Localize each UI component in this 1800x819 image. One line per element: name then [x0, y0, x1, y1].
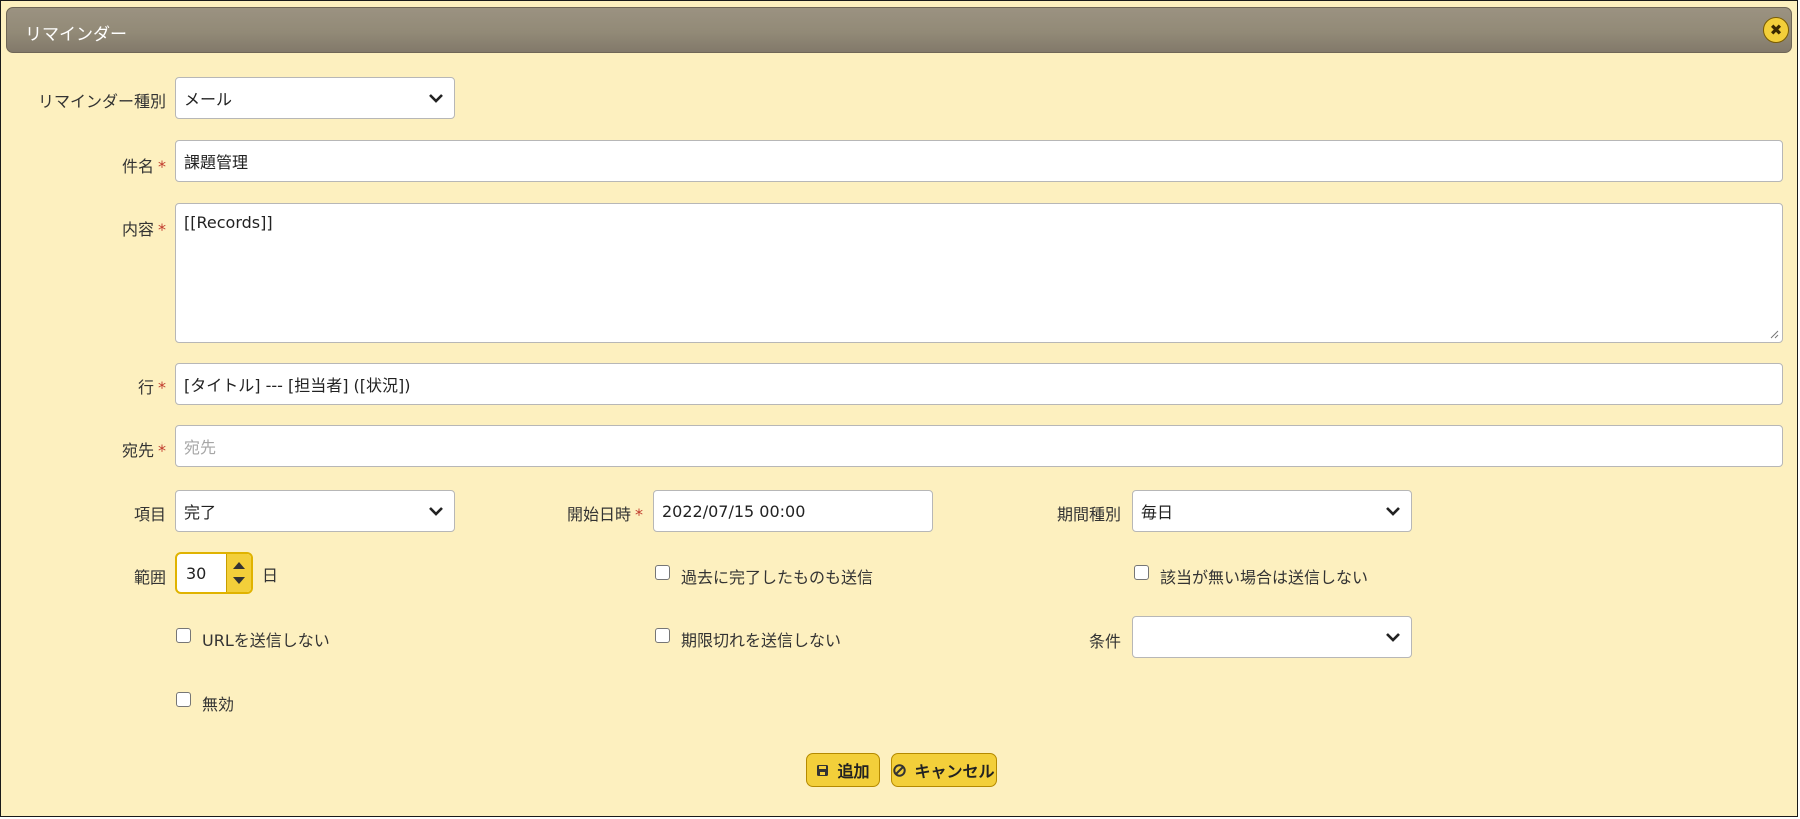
no-send-if-none-label[interactable]: 該当が無い場合は送信しない — [1160, 564, 1368, 588]
add-button-label: 追加 — [837, 762, 870, 781]
period-type-label: 期間種別 — [951, 501, 1121, 525]
start-datetime-input[interactable]: 2022/07/15 00:00 — [653, 490, 933, 532]
item-label: 項目 — [21, 501, 166, 525]
start-datetime-value: 2022/07/15 00:00 — [662, 501, 806, 521]
no-send-expired-label[interactable]: 期限切れを送信しない — [681, 627, 841, 651]
resize-grip-icon[interactable] — [1769, 329, 1779, 339]
item-value: 完了 — [184, 503, 217, 522]
subject-label-text: 件名 — [121, 157, 154, 176]
item-label-text: 項目 — [133, 505, 166, 524]
disabled-label[interactable]: 無効 — [202, 691, 234, 715]
line-label-text: 行 — [137, 378, 154, 397]
chevron-down-icon — [429, 94, 443, 103]
condition-label-text: 条件 — [1088, 632, 1121, 651]
required-mark: * — [635, 505, 643, 524]
to-placeholder: 宛先 — [184, 438, 217, 457]
required-mark: * — [158, 157, 166, 176]
condition-select[interactable] — [1132, 616, 1412, 658]
range-unit: 日 — [262, 566, 279, 585]
no-send-url-label[interactable]: URLを送信しない — [202, 627, 330, 651]
condition-label: 条件 — [951, 628, 1121, 652]
content-textarea[interactable]: [[Records]] — [175, 203, 1783, 343]
chevron-down-icon — [1386, 507, 1400, 516]
to-label-text: 宛先 — [121, 441, 154, 460]
no-send-if-none-checkbox[interactable] — [1134, 565, 1149, 580]
close-icon[interactable]: ✖ — [1763, 17, 1789, 43]
reminder-type-label: リマインダー種別 — [21, 88, 166, 112]
no-send-url-checkbox[interactable] — [176, 628, 191, 643]
content-value: [[Records]] — [184, 213, 273, 232]
required-mark: * — [158, 378, 166, 397]
no-send-expired-checkbox[interactable] — [655, 628, 670, 643]
line-value: [タイトル] --- [担当者] ([状況]) — [184, 376, 411, 395]
save-icon — [816, 764, 829, 777]
to-label: 宛先 * — [21, 437, 166, 461]
spin-down-icon[interactable] — [233, 577, 245, 584]
period-type-label-text: 期間種別 — [1056, 505, 1121, 524]
chevron-down-icon — [1386, 633, 1400, 642]
spin-up-icon[interactable] — [233, 562, 245, 569]
range-spinner[interactable]: 30 — [175, 552, 253, 594]
dialog-titlebar[interactable]: リマインダー ✖ — [6, 7, 1792, 53]
add-button[interactable]: 追加 — [806, 753, 880, 787]
reminder-type-select[interactable]: メール — [175, 77, 455, 119]
chevron-down-icon — [429, 507, 443, 516]
send-completed-past-checkbox[interactable] — [655, 565, 670, 580]
range-label-text: 範囲 — [133, 568, 166, 587]
content-label-text: 内容 — [121, 220, 154, 239]
period-type-value: 毎日 — [1141, 503, 1174, 522]
reminder-type-value: メール — [184, 90, 233, 109]
line-label: 行 * — [21, 374, 166, 398]
spinner-buttons — [226, 554, 251, 592]
dialog-title: リマインダー — [25, 25, 127, 45]
subject-input[interactable]: 課題管理 — [175, 140, 1783, 182]
start-datetime-label: 開始日時 * — [481, 501, 643, 525]
line-input[interactable]: [タイトル] --- [担当者] ([状況]) — [175, 363, 1783, 405]
cancel-icon — [893, 763, 907, 777]
reminder-dialog: リマインダー ✖ リマインダー種別 メール 件名 * 課題管理 内容 * [[Rec… — [0, 0, 1798, 817]
send-completed-past-label[interactable]: 過去に完了したものも送信 — [681, 564, 873, 588]
reminder-type-label-text: リマインダー種別 — [37, 92, 166, 111]
range-value: 30 — [186, 564, 207, 583]
disabled-checkbox[interactable] — [176, 692, 191, 707]
subject-label: 件名 * — [21, 153, 166, 177]
content-label: 内容 * — [21, 216, 166, 240]
cancel-button-label: キャンセル — [914, 762, 995, 781]
to-input[interactable]: 宛先 — [175, 425, 1783, 467]
start-datetime-label-text: 開始日時 — [566, 505, 631, 524]
cancel-button[interactable]: キャンセル — [891, 753, 997, 787]
subject-value: 課題管理 — [184, 153, 249, 172]
required-mark: * — [158, 220, 166, 239]
required-mark: * — [158, 441, 166, 460]
item-select[interactable]: 完了 — [175, 490, 455, 532]
period-type-select[interactable]: 毎日 — [1132, 490, 1412, 532]
range-label: 範囲 — [21, 564, 166, 588]
